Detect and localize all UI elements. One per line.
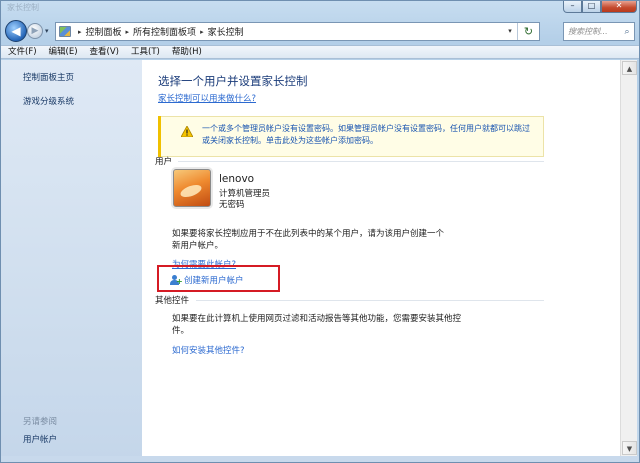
scroll-down-button[interactable]: ▼ bbox=[622, 441, 637, 455]
other-controls-info-text: 如果要在此计算机上使用网页过滤和活动报告等其他功能，您需要安装其他控件。 bbox=[172, 314, 462, 336]
sidebar: 控制面板主页 游戏分级系统 另请参阅 用户帐户 bbox=[1, 60, 142, 462]
scroll-up-button[interactable]: ▲ bbox=[622, 61, 637, 75]
page-title: 选择一个用户并设置家长控制 bbox=[158, 74, 308, 88]
breadcrumb-separator[interactable]: ▸ bbox=[126, 28, 130, 36]
control-panel-icon bbox=[59, 26, 71, 37]
password-warning-banner[interactable]: 一个或多个管理员帐户没有设置密码。如果管理员帐户没有设置密码，任何用户就都可以跳… bbox=[158, 116, 544, 157]
install-other-controls-link[interactable]: 如何安装其他控件? bbox=[172, 344, 245, 356]
other-controls-section-label: 其他控件 bbox=[155, 296, 190, 306]
address-dropdown-icon[interactable]: ▾ bbox=[503, 23, 517, 40]
create-user-account-link[interactable]: + 创建新用户帐户 bbox=[170, 274, 244, 286]
minimize-button[interactable]: – bbox=[563, 1, 582, 13]
recent-pages-dropdown[interactable]: ▾ bbox=[45, 27, 49, 35]
search-icon[interactable]: ⌕ bbox=[620, 27, 634, 37]
window-title: 家长控制 bbox=[7, 3, 39, 12]
address-row: ◀ ▶ ▾ ▸ 控制面板 ▸ 所有控制面板项 ▸ 家长控制 ▾ ↻ 搜索控制..… bbox=[1, 19, 639, 43]
menu-tools[interactable]: 工具(T) bbox=[131, 46, 160, 58]
explorer-window: 家长控制 – □ ✕ ◀ ▶ ▾ ▸ 控制面板 ▸ 所有控制面板项 ▸ 家长控制… bbox=[0, 0, 640, 463]
add-user-icon: + bbox=[170, 275, 183, 286]
sidebar-item-control-panel-home[interactable]: 控制面板主页 bbox=[23, 71, 74, 83]
address-bar-buttons: ▾ ↻ bbox=[503, 23, 539, 40]
window-controls: – □ ✕ bbox=[563, 1, 637, 13]
user-password-status: 无密码 bbox=[219, 200, 245, 210]
status-bar bbox=[1, 456, 639, 462]
warning-text[interactable]: 一个或多个管理员帐户没有设置密码。如果管理员帐户没有设置密码，任何用户就都可以跳… bbox=[202, 123, 537, 147]
close-button[interactable]: ✕ bbox=[601, 1, 637, 13]
maximize-button[interactable]: □ bbox=[582, 1, 601, 13]
vertical-scrollbar[interactable]: ▲ ▼ bbox=[620, 60, 637, 456]
menu-edit[interactable]: 编辑(E) bbox=[49, 46, 78, 58]
section-divider bbox=[178, 161, 544, 162]
title-bar: 家长控制 – □ ✕ bbox=[1, 1, 639, 13]
parental-controls-info-link[interactable]: 家长控制可以用来做什么? bbox=[158, 92, 256, 104]
menu-bar: 文件(F) 编辑(E) 查看(V) 工具(T) 帮助(H) bbox=[1, 45, 639, 59]
search-placeholder: 搜索控制... bbox=[568, 27, 608, 36]
back-button[interactable]: ◀ bbox=[5, 20, 27, 42]
user-name[interactable]: lenovo bbox=[219, 173, 254, 185]
new-account-info-text: 如果要将家长控制应用于不在此列表中的某个用户，请为该用户创建一个新用户帐户。 bbox=[172, 229, 445, 251]
breadcrumb-separator[interactable]: ▸ bbox=[200, 28, 204, 36]
see-also-heading: 另请参阅 bbox=[23, 417, 58, 427]
breadcrumb-parental-controls[interactable]: 家长控制 bbox=[208, 25, 244, 38]
sidebar-item-user-accounts[interactable]: 用户帐户 bbox=[23, 433, 57, 445]
breadcrumb-control-panel[interactable]: 控制面板 bbox=[86, 25, 122, 38]
section-divider bbox=[196, 300, 544, 301]
sidebar-item-game-ratings[interactable]: 游戏分级系统 bbox=[23, 95, 74, 107]
breadcrumb-separator[interactable]: ▸ bbox=[78, 28, 82, 36]
search-input[interactable]: 搜索控制... ⌕ bbox=[563, 22, 635, 41]
create-user-account-label[interactable]: 创建新用户帐户 bbox=[184, 274, 244, 286]
refresh-icon[interactable]: ↻ bbox=[517, 23, 539, 40]
menu-view[interactable]: 查看(V) bbox=[90, 46, 119, 58]
users-section-label: 用户 bbox=[155, 157, 173, 167]
menu-file[interactable]: 文件(F) bbox=[8, 46, 37, 58]
breadcrumb-all-items[interactable]: 所有控制面板项 bbox=[133, 25, 196, 38]
address-bar[interactable]: ▸ 控制面板 ▸ 所有控制面板项 ▸ 家长控制 ▾ ↻ bbox=[55, 22, 540, 41]
main-content: 选择一个用户并设置家长控制 家长控制可以用来做什么? 一个或多个管理员帐户没有设… bbox=[142, 60, 620, 456]
warning-icon bbox=[181, 126, 193, 137]
forward-button[interactable]: ▶ bbox=[27, 23, 43, 39]
menu-help[interactable]: 帮助(H) bbox=[172, 46, 202, 58]
user-avatar[interactable] bbox=[173, 169, 211, 207]
